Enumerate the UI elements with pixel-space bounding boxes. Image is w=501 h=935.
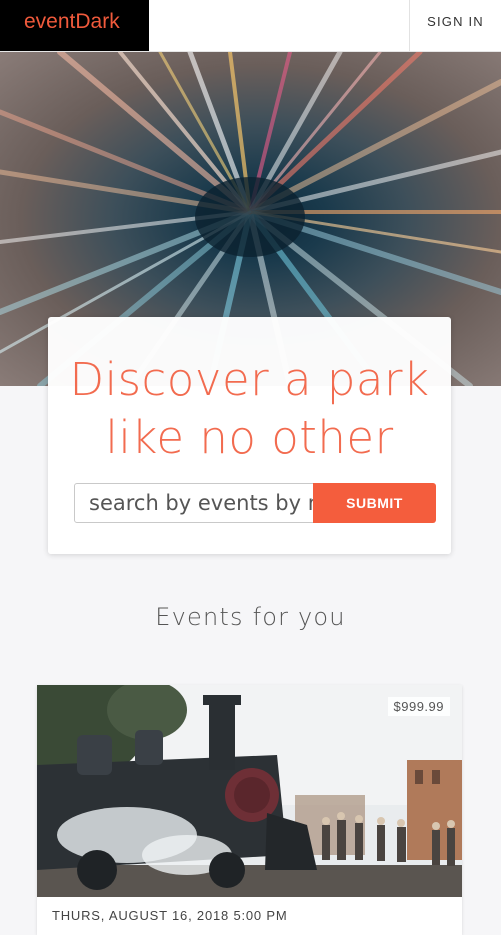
event-price-badge: $999.99: [387, 697, 450, 716]
brand-logo[interactable]: eventDark: [0, 0, 149, 51]
submit-button[interactable]: SUBMIT: [313, 483, 436, 523]
top-navbar: eventDark SIGN IN: [0, 0, 501, 52]
headline-line-1: Discover a park: [69, 353, 430, 406]
event-date: THURS, AUGUST 16, 2018 5:00 PM: [52, 908, 288, 923]
events-section-title: Events for you: [155, 603, 346, 631]
search-card: Discover a park like no other SUBMIT: [48, 317, 451, 554]
event-image: $999.99: [37, 685, 462, 897]
event-search-input[interactable]: [74, 483, 314, 523]
steam-train-graphic: [37, 685, 462, 897]
headline-line-2: like no other: [105, 411, 394, 464]
sign-in-button[interactable]: SIGN IN: [409, 0, 501, 51]
event-card[interactable]: $999.99 THURS, AUGUST 16, 2018 5:00 PM: [37, 685, 462, 935]
hero-headline: Discover a park like no other: [48, 351, 451, 467]
